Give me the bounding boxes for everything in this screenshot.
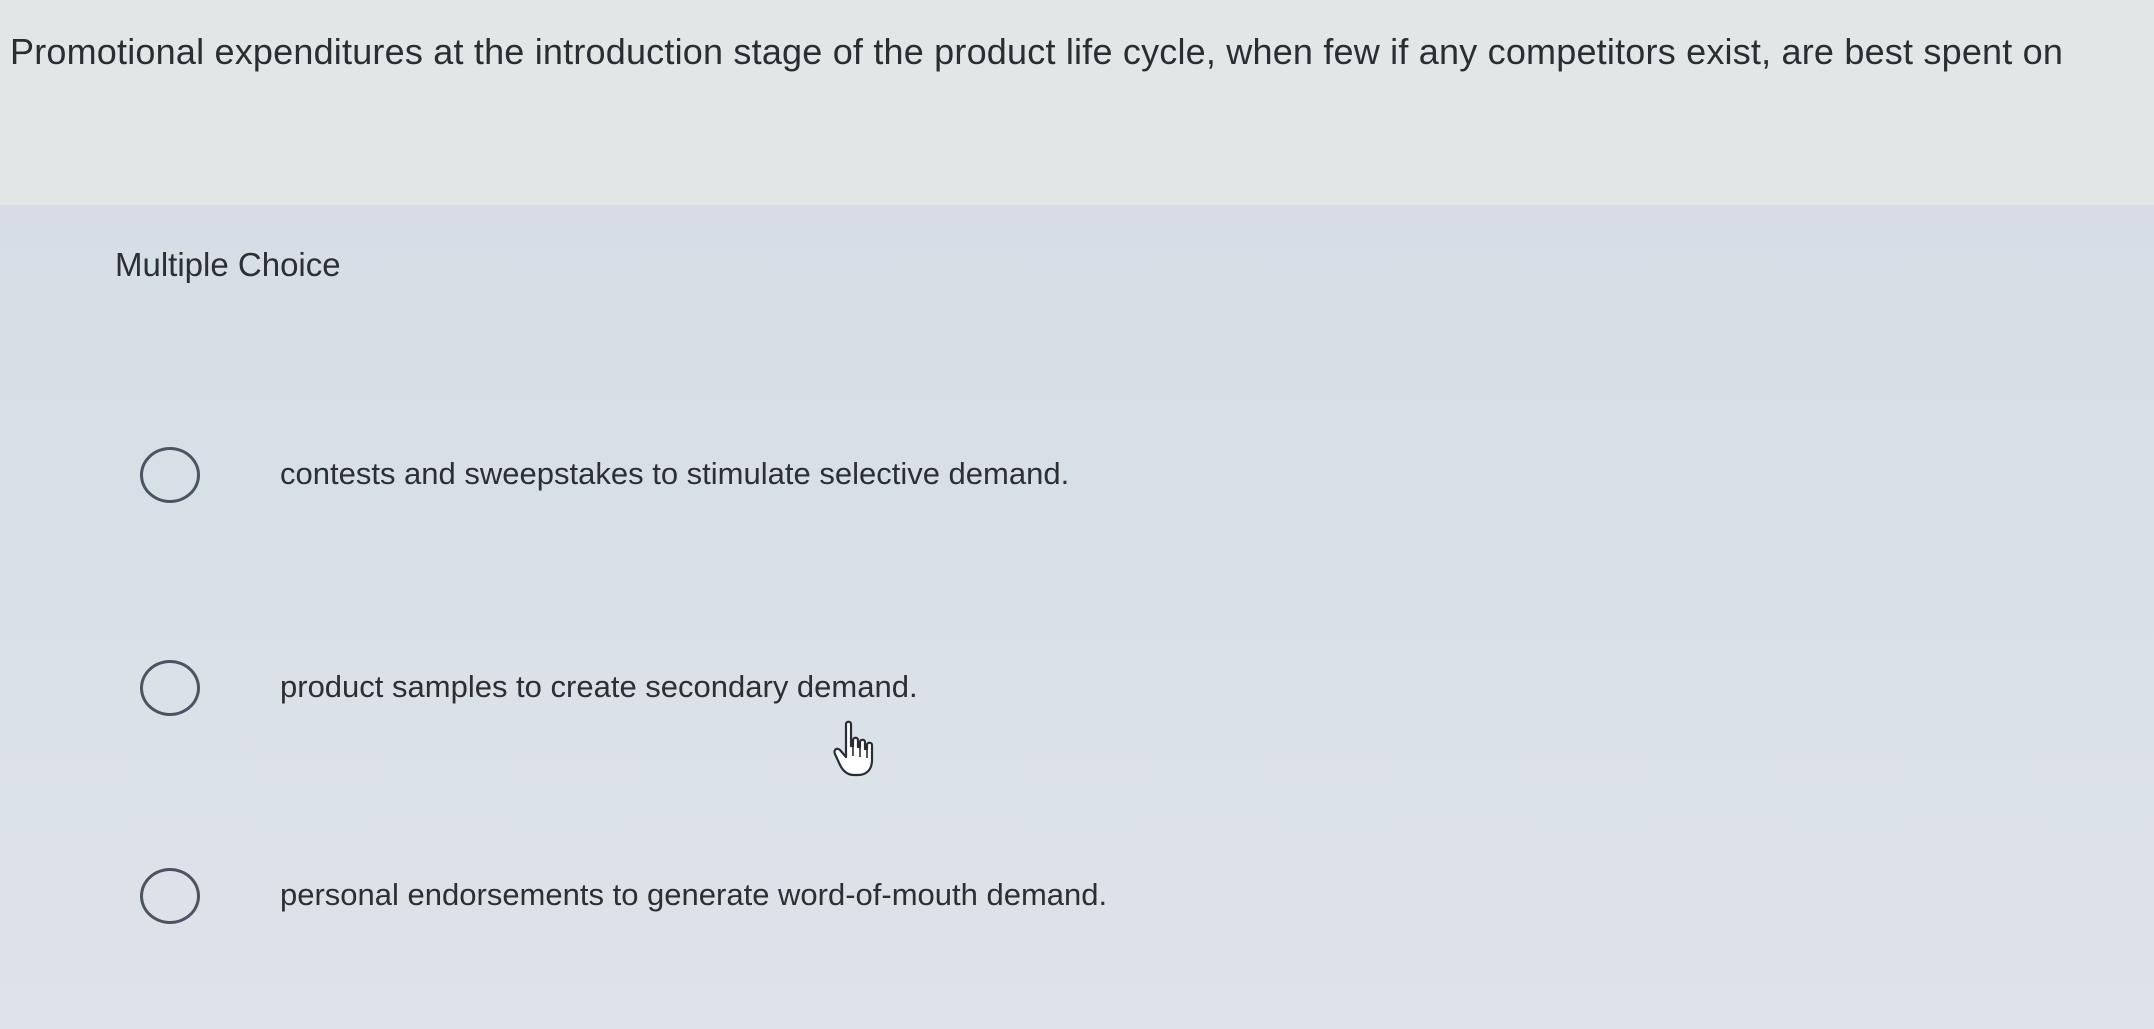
multiple-choice-label: Multiple Choice bbox=[115, 246, 341, 283]
choice-label[interactable]: contests and sweepstakes to stimulate se… bbox=[280, 453, 1069, 495]
choice-label[interactable]: product samples to create secondary dema… bbox=[280, 666, 918, 708]
question-area: Promotional expenditures at the introduc… bbox=[0, 0, 2154, 215]
choice-option-1[interactable]: contests and sweepstakes to stimulate se… bbox=[140, 447, 1540, 517]
choice-option-3[interactable]: personal endorsements to generate word-o… bbox=[140, 868, 1540, 938]
radio-button[interactable] bbox=[140, 447, 200, 503]
radio-button[interactable] bbox=[140, 868, 200, 924]
radio-button[interactable] bbox=[140, 660, 200, 716]
question-text: Promotional expenditures at the introduc… bbox=[10, 31, 2064, 72]
hand-pointer-icon bbox=[833, 720, 874, 777]
choice-label[interactable]: personal endorsements to generate word-o… bbox=[280, 874, 1107, 916]
